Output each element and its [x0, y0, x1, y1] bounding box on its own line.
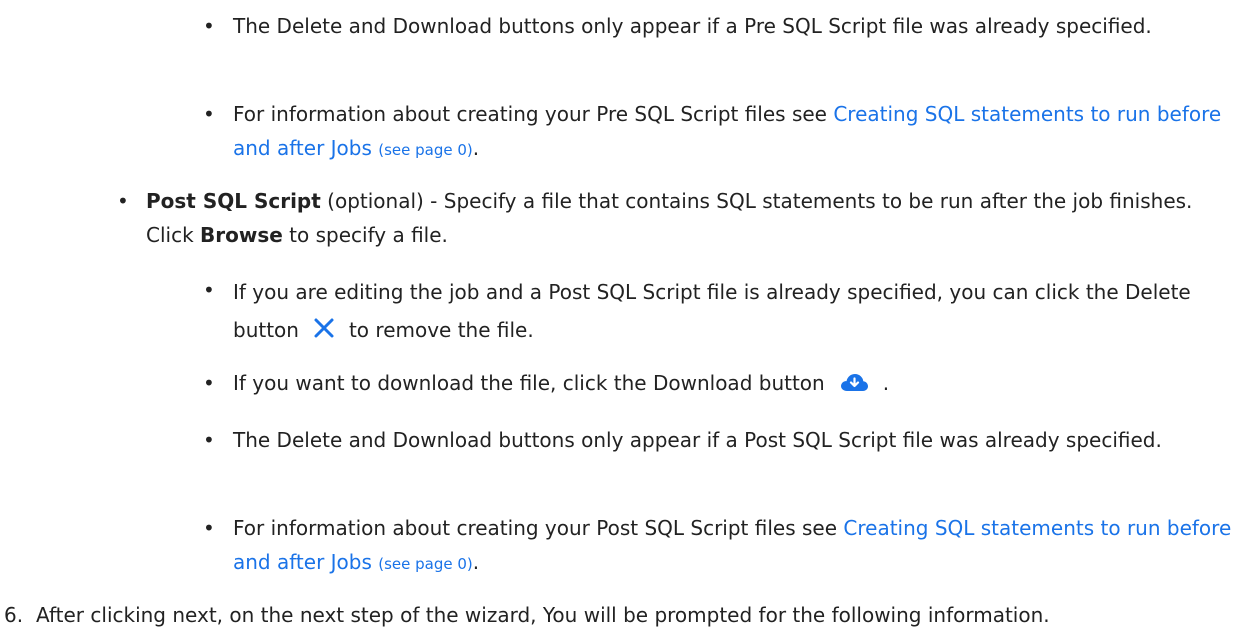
- browse-label: Browse: [200, 223, 283, 247]
- pre-sql-info: For information about creating your Pre …: [233, 97, 1243, 167]
- bullet: •: [203, 428, 215, 452]
- pre-sql-info-prefix: For information about creating your Pre …: [233, 102, 834, 126]
- pre-sql-page-ref-link[interactable]: (see page 0): [378, 141, 473, 159]
- post-sql-label: Post SQL Script: [146, 189, 321, 213]
- post-sql-info: For information about creating your Post…: [233, 511, 1243, 581]
- pre-sql-info-suffix: .: [472, 136, 480, 160]
- pre-sql-buttons-note-text: The Delete and Download buttons only app…: [233, 14, 1152, 38]
- post-sql-browse-rest: to specify a file.: [282, 223, 448, 247]
- close-icon: [313, 313, 335, 351]
- post-sql-delete-item: If you are editing the job and a Post SQ…: [233, 273, 1243, 351]
- bullet: •: [203, 102, 215, 126]
- pre-sql-buttons-note: The Delete and Download buttons only app…: [233, 9, 1243, 43]
- post-sql-buttons-note: The Delete and Download buttons only app…: [233, 423, 1243, 457]
- post-sql-download-text-after: .: [882, 371, 890, 395]
- post-sql-buttons-note-text: The Delete and Download buttons only app…: [233, 428, 1162, 452]
- post-sql-delete-text-after: to remove the file.: [348, 318, 534, 342]
- post-sql-page-ref-link[interactable]: (see page 0): [378, 555, 473, 573]
- bullet: •: [203, 278, 215, 302]
- post-sql-download-text: If you want to download the file, click …: [233, 371, 825, 395]
- post-sql-info-suffix: .: [472, 550, 480, 574]
- step-6-text: After clicking next, on the next step of…: [36, 598, 1253, 632]
- bullet: •: [203, 14, 215, 38]
- bullet: •: [203, 516, 215, 540]
- step-number: 6.: [4, 603, 24, 627]
- post-sql-info-prefix: For information about creating your Post…: [233, 516, 844, 540]
- post-sql-download-item: If you want to download the file, click …: [233, 366, 1243, 402]
- bullet: •: [117, 189, 129, 213]
- step-6-text-content: After clicking next, on the next step of…: [36, 603, 1050, 627]
- cloud-download-icon: [839, 368, 869, 402]
- bullet: •: [203, 371, 215, 395]
- post-sql-script-item: Post SQL Script (optional) - Specify a f…: [146, 184, 1243, 252]
